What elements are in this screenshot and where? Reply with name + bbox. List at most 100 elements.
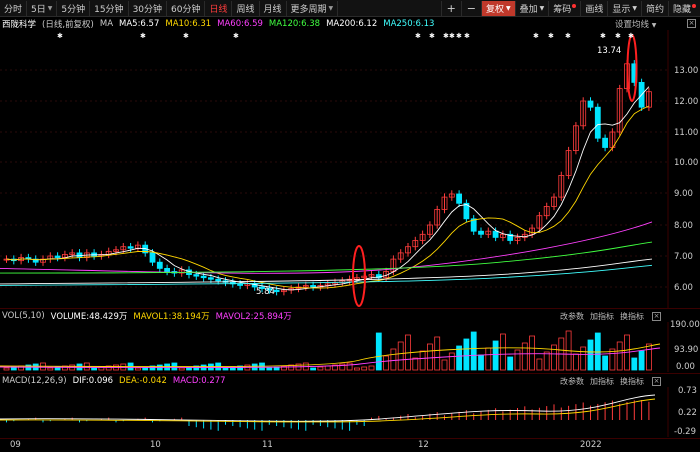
stock-name: 西陇科学 — [2, 20, 37, 30]
volume-bar — [390, 348, 397, 371]
candlestick-chart[interactable]: ✱ ✱ ✱ ✱ ✱ ✱ ✱ ✱ ✱ ✱ ✱ ✱ ✱ ✱ ✱ ✱ — [0, 30, 700, 308]
chevron-down-icon: ▼ — [328, 4, 334, 12]
hide-button[interactable]: 隐藏 — [667, 1, 700, 16]
display-label: 显示 — [612, 5, 631, 15]
mavol1-value: MAVOL1:38.194万 — [133, 312, 210, 322]
period-tab-5day[interactable]: 5日 ▼ — [27, 0, 58, 16]
zoom-in-button[interactable]: + — [440, 1, 461, 16]
hide-label: 隐藏 — [672, 5, 691, 15]
volume-bar — [18, 365, 25, 371]
candle-body — [456, 193, 463, 204]
volume-bar — [638, 350, 645, 371]
volume-bar — [353, 367, 360, 371]
volume-bar — [463, 338, 470, 371]
period-toolbar: 分时 5日 ▼ 5分钟 15分钟 30分钟 60分钟 日线 周线 月线 更多周期 ▼… — [0, 0, 700, 17]
volume-bar — [573, 353, 579, 371]
period-tab-30min[interactable]: 30分钟 — [129, 0, 168, 16]
volume-title: VOL(5,10) — [2, 311, 45, 321]
candle-body — [149, 252, 156, 263]
x-tick: 2022 — [580, 440, 602, 450]
volume-switch-indicator-button[interactable]: 换指标 — [620, 311, 644, 322]
event-marker-icon: ✱ — [548, 32, 554, 40]
ma-settings-label: 设置均线 — [615, 20, 650, 30]
y-tick: 0.22 — [678, 408, 697, 418]
overlay-label: 叠加 — [519, 5, 538, 15]
draw-line-button[interactable]: 画线 — [580, 1, 607, 16]
candle-body — [207, 277, 214, 280]
volume-bar — [368, 365, 375, 371]
ma60-value: MA60:6.59 — [217, 19, 263, 29]
volume-bar — [310, 367, 317, 371]
candle-body — [310, 285, 317, 288]
y-tick: 13.00 — [674, 66, 699, 76]
volume-chart[interactable] — [0, 322, 700, 372]
simple-mode-button[interactable]: 简约 — [640, 1, 668, 16]
volume-bar — [580, 346, 587, 371]
ma-settings-button[interactable]: 设置均线 ▼ — [615, 18, 656, 30]
volume-bar — [266, 367, 273, 371]
zoom-out-button[interactable]: − — [460, 1, 481, 16]
period-tab-15min[interactable]: 15分钟 — [90, 0, 129, 16]
volume-add-indicator-button[interactable]: 加指标 — [590, 311, 614, 322]
mavol2-line — [0, 347, 661, 369]
event-marker-icon: ✱ — [565, 32, 571, 40]
volume-bar — [470, 331, 477, 371]
candle-body — [478, 230, 484, 235]
period-tab-60min[interactable]: 60分钟 — [167, 0, 206, 16]
y-tick: 12.00 — [674, 97, 699, 107]
mavol2-value: MAVOL2:25.894万 — [215, 312, 292, 322]
x-tick: 11 — [262, 440, 273, 450]
volume-bar — [47, 367, 54, 371]
close-icon[interactable]: × — [687, 19, 696, 28]
macd-add-indicator-button[interactable]: 加指标 — [590, 376, 614, 387]
close-icon[interactable]: × — [652, 312, 661, 321]
panel-divider — [0, 308, 700, 309]
macd-switch-indicator-button[interactable]: 换指标 — [620, 376, 644, 387]
more-periods-dropdown[interactable]: 更多周期 ▼ — [287, 0, 339, 16]
chevron-down-icon: ▼ — [632, 5, 637, 12]
event-marker-icon: ✱ — [464, 32, 470, 40]
high-price-label: 13.74 — [597, 46, 622, 56]
macd-chart[interactable] — [0, 387, 700, 437]
period-tab-monthly[interactable]: 月线 — [260, 0, 287, 16]
volume-bar — [609, 348, 616, 371]
macd-edit-params-button[interactable]: 改参数 — [560, 376, 584, 387]
period-tab-fenshi[interactable]: 分时 — [0, 0, 28, 16]
volume-bar — [361, 366, 368, 371]
ma5-line — [6, 86, 650, 291]
event-marker-icon: ✱ — [628, 32, 634, 40]
chips-button[interactable]: 筹码 — [548, 1, 580, 16]
chevron-down-icon: ▼ — [539, 5, 545, 12]
ma120-value: MA120:6.38 — [268, 19, 321, 29]
volume-value: VOLUME:48.429万 — [50, 312, 128, 322]
adjust-rights-button[interactable]: 复权 ▼ — [481, 1, 515, 16]
close-icon[interactable]: × — [652, 377, 661, 386]
volume-edit-params-button[interactable]: 改参数 — [560, 311, 584, 322]
volume-bar — [346, 362, 353, 371]
candle-body — [587, 100, 594, 108]
overlay-button[interactable]: 叠加 ▼ — [514, 1, 549, 16]
volume-bar — [441, 359, 448, 371]
chevron-down-icon: ▼ — [506, 5, 511, 12]
volume-bar — [419, 350, 426, 371]
display-button[interactable]: 显示 ▼ — [607, 1, 641, 16]
volume-bar — [594, 332, 601, 371]
candle-body — [215, 278, 222, 282]
y-tick: 9.00 — [674, 189, 693, 199]
ma60-line — [0, 221, 653, 274]
period-tab-daily[interactable]: 日线 — [205, 0, 233, 16]
macd-value: MACD:0.277 — [172, 376, 226, 386]
volume-bar — [222, 367, 229, 371]
volume-bar — [543, 351, 550, 371]
candle-body — [594, 106, 601, 139]
candle-body — [54, 255, 61, 258]
y-tick: 6.00 — [674, 283, 693, 293]
period-tab-5min[interactable]: 5分钟 — [57, 0, 91, 16]
candle-body — [156, 261, 163, 269]
y-tick: 11.00 — [674, 128, 699, 138]
period-tab-weekly[interactable]: 周线 — [232, 0, 260, 16]
ma10-value: MA10:6.31 — [165, 19, 212, 29]
volume-bar — [120, 363, 127, 371]
x-tick: 12 — [418, 440, 429, 450]
volume-bar — [434, 336, 441, 371]
